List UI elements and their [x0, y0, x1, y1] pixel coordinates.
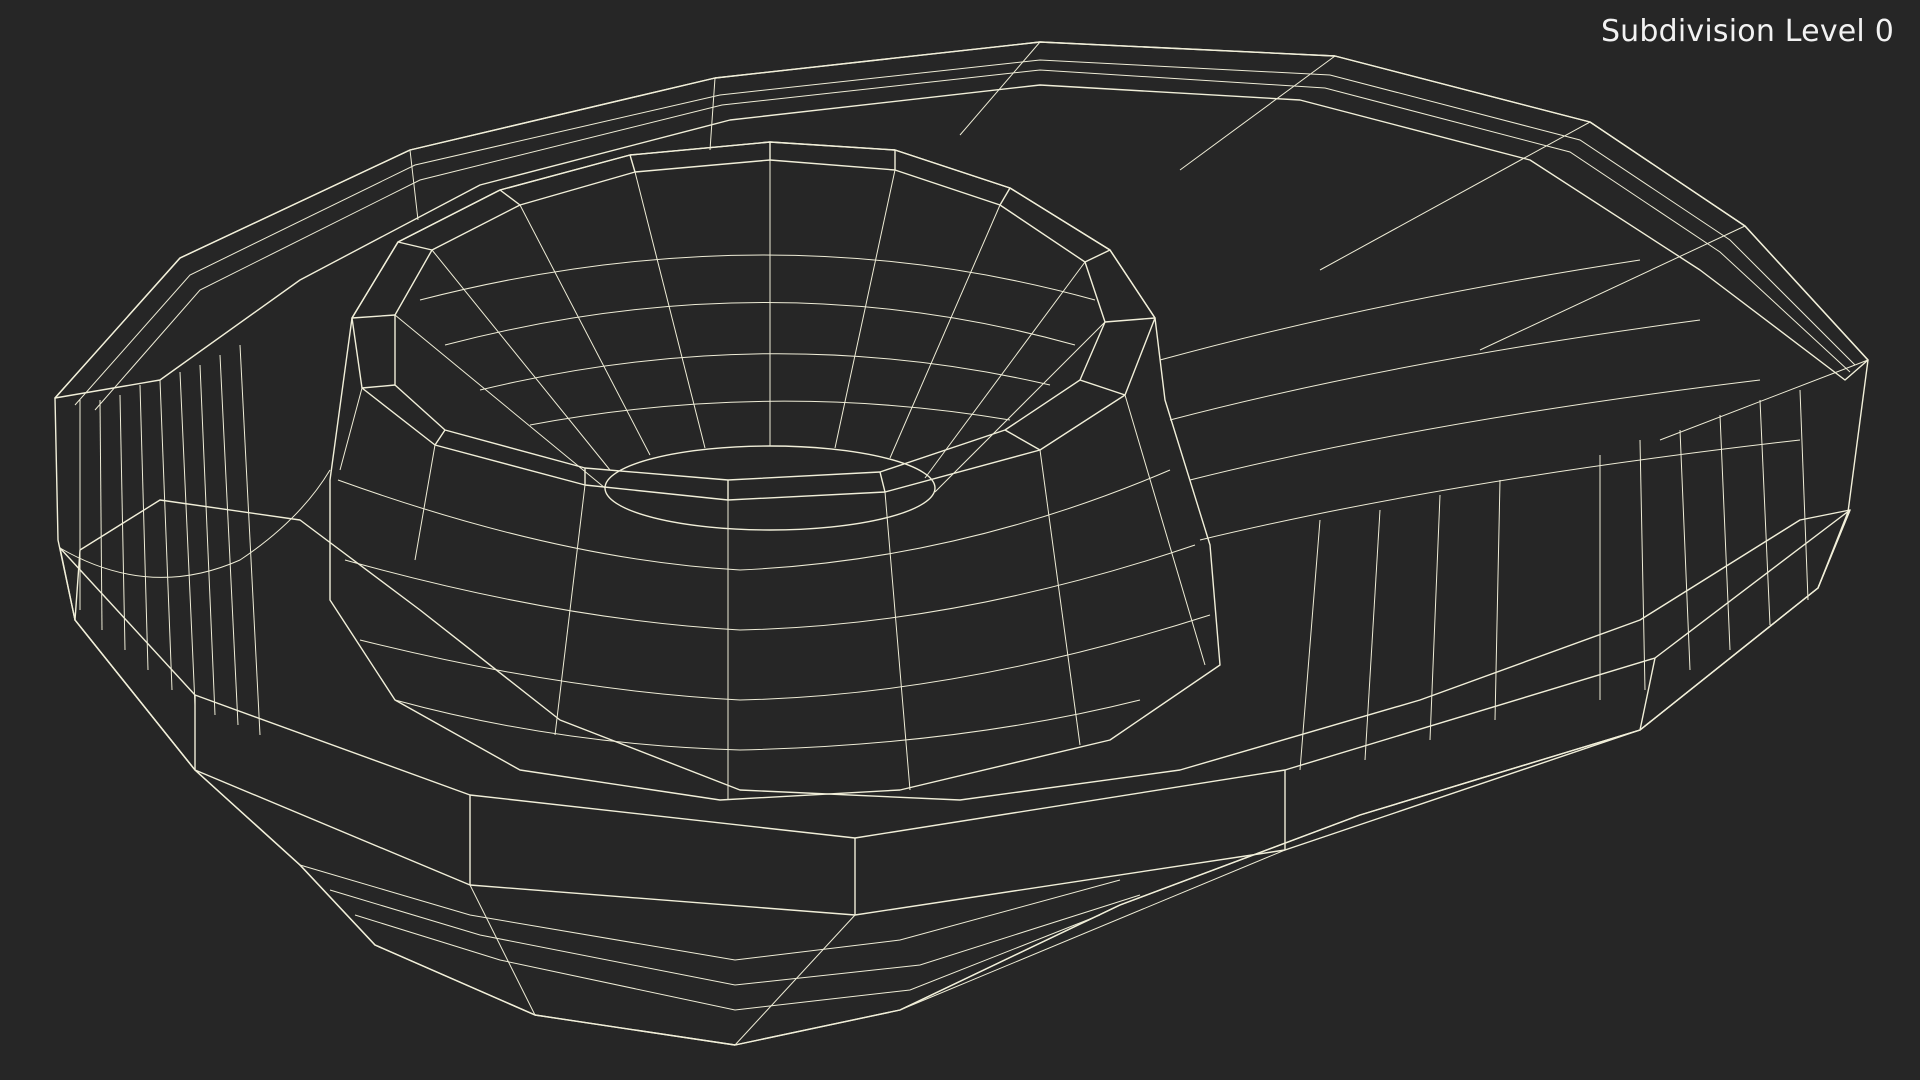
wireframe-mesh-model [54, 41, 1869, 1046]
left-side-lines [59, 344, 331, 736]
cavity-bottom [604, 445, 936, 531]
tower-wall [329, 141, 1221, 801]
rear-rim [54, 41, 1869, 399]
front-rim [59, 509, 1851, 916]
inner-basin [74, 499, 1851, 1046]
tower-wall-grid [337, 387, 1211, 800]
cavity-radial-lines [394, 160, 1106, 493]
front-rim-segments [194, 657, 1656, 915]
rear-rim-lines [74, 41, 1869, 541]
subdivision-level-label: Subdivision Level 0 [1600, 14, 1894, 49]
3d-viewport[interactable]: Subdivision Level 0 [0, 0, 1920, 1080]
lower-body-lines [299, 849, 1286, 1046]
